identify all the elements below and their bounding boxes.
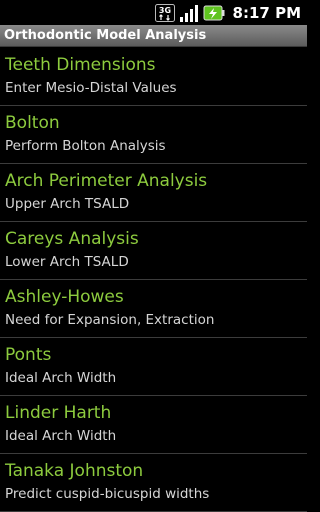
menu-item-subtitle: Enter Mesio-Distal Values	[5, 80, 177, 96]
title-bar: Orthodontic Model Analysis	[0, 25, 307, 47]
menu-item-title: Tanaka Johnston	[5, 461, 144, 481]
menu-item-title: Teeth Dimensions	[5, 55, 156, 75]
menu-item-title: Bolton	[5, 113, 60, 133]
menu-item-bolton[interactable]: Bolton Perform Bolton Analysis	[0, 106, 307, 164]
menu-item-careys-analysis[interactable]: Careys Analysis Lower Arch TSALD	[0, 222, 307, 280]
menu-item-title: Arch Perimeter Analysis	[5, 171, 208, 191]
network-3g-icon: 3G	[154, 3, 175, 22]
signal-strength-icon	[179, 3, 199, 23]
menu-item-linder-harth[interactable]: Linder Harth Ideal Arch Width	[0, 396, 307, 454]
menu-item-title: Ponts	[5, 345, 52, 365]
menu-item-tanaka-johnston[interactable]: Tanaka Johnston Predict cuspid-bicuspid …	[0, 454, 307, 512]
menu-item-subtitle: Upper Arch TSALD	[5, 196, 130, 212]
menu-item-ashley-howes[interactable]: Ashley-Howes Need for Expansion, Extract…	[0, 280, 307, 338]
network-label: 3G	[158, 6, 170, 15]
menu-item-subtitle: Lower Arch TSALD	[5, 254, 129, 270]
battery-charging-icon	[203, 3, 225, 23]
menu-item-title: Linder Harth	[5, 403, 112, 423]
status-bar: 3G 8:17 PM	[0, 0, 307, 25]
menu-item-subtitle: Ideal Arch Width	[5, 428, 117, 444]
clock: 8:17 PM	[233, 4, 301, 22]
clock-time: 8:17	[232, 3, 270, 22]
menu-item-arch-perimeter-analysis[interactable]: Arch Perimeter Analysis Upper Arch TSALD	[0, 164, 307, 222]
menu-item-title: Ashley-Howes	[5, 287, 124, 307]
menu-item-subtitle: Predict cuspid-bicuspid widths	[5, 486, 210, 502]
app-title: Orthodontic Model Analysis	[4, 28, 207, 43]
menu-item-teeth-dimensions[interactable]: Teeth Dimensions Enter Mesio-Distal Valu…	[0, 48, 307, 106]
menu-item-subtitle: Need for Expansion, Extraction	[5, 312, 215, 328]
clock-period: PM	[275, 3, 301, 22]
menu-item-subtitle: Ideal Arch Width	[5, 370, 117, 386]
menu-item-subtitle: Perform Bolton Analysis	[5, 138, 166, 154]
analysis-menu-list: Teeth Dimensions Enter Mesio-Distal Valu…	[0, 48, 307, 512]
menu-item-title: Careys Analysis	[5, 229, 139, 249]
menu-item-ponts[interactable]: Ponts Ideal Arch Width	[0, 338, 307, 396]
